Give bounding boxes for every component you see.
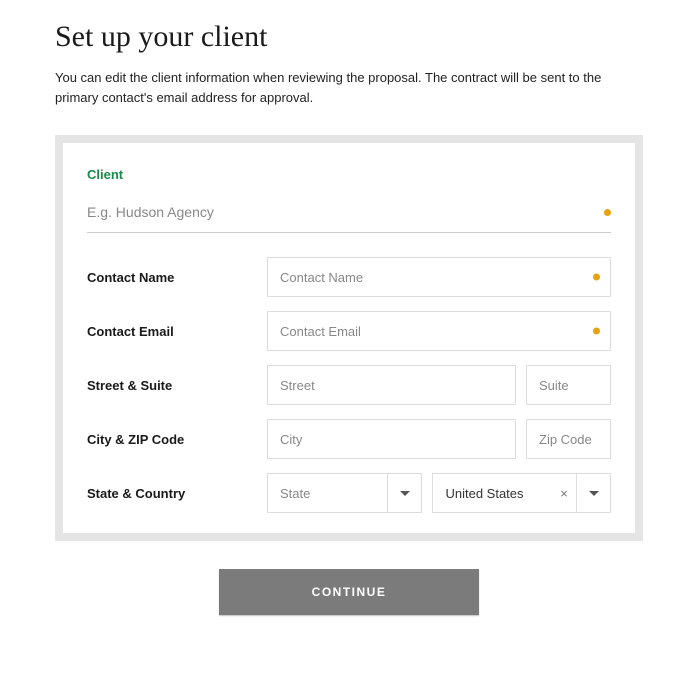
contact-name-input[interactable] [280,270,582,285]
required-dot-icon [593,274,600,281]
contact-email-row: Contact Email [87,311,611,351]
city-zip-label: City & ZIP Code [87,432,267,447]
required-dot-icon [593,328,600,335]
state-select-caret[interactable] [387,474,421,512]
contact-name-label: Contact Name [87,270,267,285]
section-label-client: Client [87,167,611,182]
zip-field [526,419,611,459]
state-select-text: State [268,474,387,512]
city-input[interactable] [280,432,503,447]
actions-row: CONTINUE [55,569,643,615]
contact-email-field [267,311,611,351]
page-title: Set up your client [55,20,643,54]
country-clear-button[interactable]: × [552,474,576,512]
chevron-down-icon [589,491,599,496]
suite-field [526,365,611,405]
contact-email-label: Contact Email [87,324,267,339]
street-field [267,365,516,405]
city-field [267,419,516,459]
street-suite-label: Street & Suite [87,378,267,393]
close-icon: × [560,486,568,501]
form-card-outer: Client Contact Name Contact Email [55,135,643,541]
suite-input[interactable] [539,378,598,393]
chevron-down-icon [400,491,410,496]
contact-name-field [267,257,611,297]
continue-button[interactable]: CONTINUE [219,569,479,615]
state-country-row: State & Country State United States × [87,473,611,513]
state-select[interactable]: State [267,473,422,513]
street-suite-row: Street & Suite [87,365,611,405]
page-subtitle: You can edit the client information when… [55,68,643,107]
contact-name-row: Contact Name [87,257,611,297]
country-select-text: United States [433,474,552,512]
contact-email-input[interactable] [280,324,582,339]
city-zip-row: City & ZIP Code [87,419,611,459]
country-select-caret[interactable] [576,474,610,512]
country-select[interactable]: United States × [432,473,611,513]
client-name-input[interactable] [87,204,596,220]
street-input[interactable] [280,378,503,393]
zip-input[interactable] [539,432,598,447]
client-name-row [87,204,611,233]
state-country-label: State & Country [87,486,267,501]
form-card: Client Contact Name Contact Email [63,143,635,533]
required-dot-icon [604,209,611,216]
